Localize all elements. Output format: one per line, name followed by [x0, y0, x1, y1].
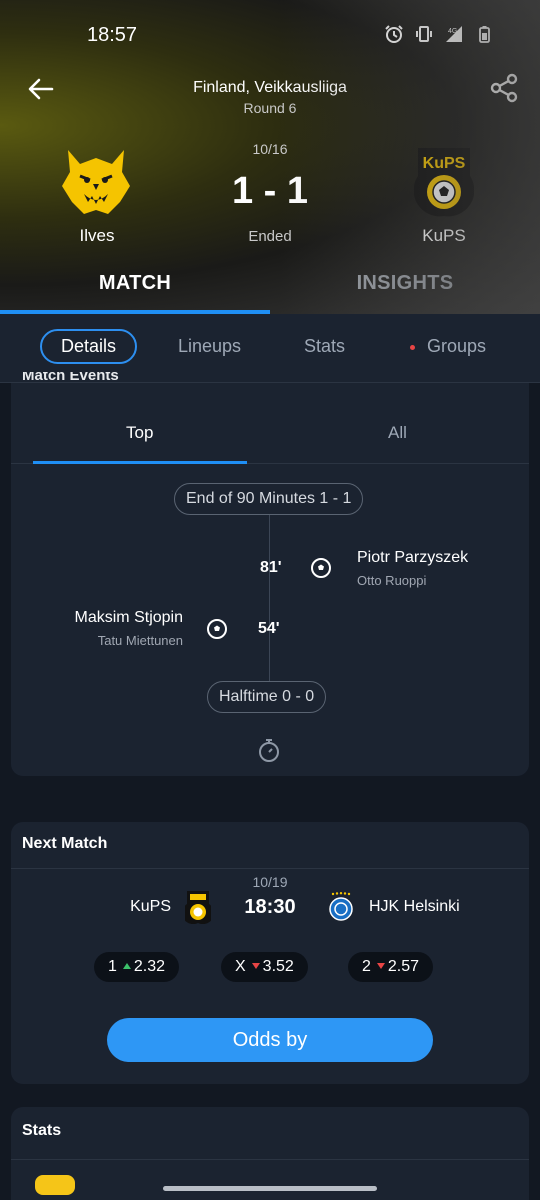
- timeline-line: [269, 513, 270, 691]
- subtab-details[interactable]: Details: [40, 329, 138, 364]
- away-team-name[interactable]: KuPS: [384, 226, 504, 246]
- next-home-team[interactable]: KuPS: [130, 898, 171, 916]
- odds-home[interactable]: 1 2.32: [94, 952, 180, 982]
- status-time: 18:57: [87, 24, 138, 46]
- stopwatch-icon: [259, 739, 279, 762]
- tab-insights[interactable]: INSIGHTS: [270, 272, 540, 295]
- kups-logo-icon[interactable]: KuPS: [414, 146, 474, 218]
- subtab-groups[interactable]: Groups: [410, 336, 486, 357]
- league-name[interactable]: Finland, Veikkausliiga: [0, 79, 540, 97]
- events-tab-all[interactable]: All: [388, 423, 407, 443]
- notification-dot: [410, 344, 415, 350]
- subtab-lineups[interactable]: Lineups: [178, 336, 241, 357]
- event-assist[interactable]: Tatu Miettunen: [98, 633, 183, 648]
- divider: [11, 868, 529, 869]
- odds-down-icon: [251, 962, 260, 969]
- signal-icon: 4G: [446, 26, 462, 42]
- next-match-card: Next Match 10/19 18:30 KuPS HJK Helsinki…: [11, 822, 529, 1084]
- next-match-title: Next Match: [22, 835, 108, 852]
- goal-ball-icon: [207, 619, 227, 639]
- next-match-date: 10/19: [252, 874, 288, 890]
- hjk-logo-icon: [329, 892, 353, 921]
- odds-up-icon: [122, 962, 131, 969]
- event-player[interactable]: Maksim Stjopin: [75, 609, 183, 627]
- svg-text:KuPS: KuPS: [423, 155, 466, 172]
- odds-down-icon: [376, 962, 385, 969]
- ilves-logo-icon[interactable]: [60, 146, 132, 218]
- event-player[interactable]: Piotr Parzyszek: [357, 549, 468, 567]
- tab-match[interactable]: MATCH: [0, 272, 270, 295]
- vibrate-icon: [416, 26, 432, 42]
- match-header: 18:57 4G Finland, Veikkausliiga Round 6 …: [0, 0, 540, 314]
- events-tab-indicator: [33, 461, 247, 464]
- status-bar: 18:57 4G: [0, 0, 540, 70]
- end-of-match-pill: End of 90 Minutes 1 - 1: [174, 483, 364, 515]
- odds-away[interactable]: 2 2.57: [348, 952, 434, 982]
- kups-logo-icon: [185, 891, 211, 924]
- divider: [11, 1159, 529, 1160]
- subtab-groups-label: Groups: [427, 336, 487, 356]
- alarm-icon: [385, 25, 403, 43]
- events-tab-top[interactable]: Top: [126, 423, 153, 443]
- odds-by-button[interactable]: Odds by: [107, 1018, 433, 1062]
- odds-draw[interactable]: X 3.52: [221, 952, 308, 982]
- events-tab-bar: Top All: [11, 403, 529, 464]
- status-icons: 4G: [384, 24, 494, 44]
- event-minute: 54': [258, 620, 280, 637]
- goal-ball-icon: [311, 558, 331, 578]
- home-team-name[interactable]: Ilves: [37, 226, 157, 246]
- round-label: Round 6: [243, 100, 297, 116]
- battery-icon: [479, 26, 490, 43]
- next-away-team[interactable]: HJK Helsinki: [369, 898, 460, 916]
- event-minute: 81': [260, 559, 282, 576]
- svg-text:4G: 4G: [448, 28, 457, 35]
- subtab-stats[interactable]: Stats: [304, 336, 345, 357]
- match-events-card: Top All End of 90 Minutes 1 - 1 81' Piot…: [11, 383, 529, 776]
- gesture-home-bar[interactable]: [163, 1186, 377, 1191]
- stats-team-badge: [35, 1175, 75, 1195]
- event-assist[interactable]: Otto Ruoppi: [357, 573, 426, 588]
- stats-title: Stats: [22, 1122, 62, 1139]
- halftime-pill: Halftime 0 - 0: [207, 681, 327, 713]
